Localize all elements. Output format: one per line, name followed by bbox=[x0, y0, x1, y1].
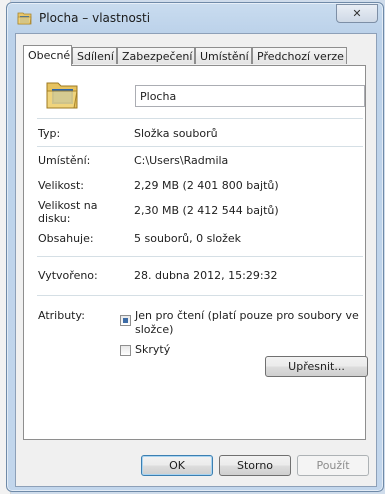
window-title: Plocha – vlastnosti bbox=[39, 11, 151, 25]
location-label: Umístění: bbox=[38, 154, 91, 167]
tab-general[interactable]: Obecné bbox=[23, 45, 72, 66]
type-label: Typ: bbox=[38, 127, 61, 140]
cancel-button[interactable]: Storno bbox=[219, 455, 291, 476]
general-tab-panel: Typ: Složka souborů Umístění: C:\Users\R… bbox=[23, 65, 368, 440]
tab-label: Umístění bbox=[200, 50, 249, 63]
close-button[interactable]: ✕ bbox=[336, 4, 378, 23]
folder-name-input[interactable] bbox=[135, 85, 365, 107]
tab-label: Zabezpečení bbox=[122, 50, 193, 63]
location-value: C:\Users\Radmila bbox=[134, 154, 229, 167]
disk-size-value: 2,30 MB (2 412 544 bajtů) bbox=[134, 204, 279, 217]
disk-size-label-line1: Velikost na bbox=[38, 199, 98, 212]
folder-icon bbox=[46, 82, 78, 109]
disk-size-label-line2: disku: bbox=[38, 212, 71, 225]
divider bbox=[37, 146, 363, 147]
type-value: Složka souborů bbox=[134, 127, 218, 140]
tab-security[interactable]: Zabezpečení bbox=[117, 47, 195, 64]
apply-button[interactable]: Použít bbox=[297, 455, 369, 476]
tab-location[interactable]: Umístění bbox=[195, 47, 252, 64]
tab-label: Sdílení bbox=[77, 50, 114, 63]
size-label: Velikost: bbox=[38, 179, 85, 192]
folder-icon bbox=[17, 12, 32, 25]
ok-button[interactable]: OK bbox=[141, 455, 213, 476]
dialog-client: Obecné Sdílení Zabezpečení Umístění Před… bbox=[15, 33, 377, 487]
tab-sharing[interactable]: Sdílení bbox=[72, 47, 117, 64]
contains-value: 5 souborů, 0 složek bbox=[134, 232, 242, 245]
readonly-checkbox[interactable] bbox=[120, 315, 131, 326]
tab-label: Obecné bbox=[28, 49, 71, 62]
title-bar[interactable]: Plocha – vlastnosti ✕ bbox=[7, 3, 383, 33]
advanced-button[interactable]: Upřesnit... bbox=[265, 356, 368, 377]
divider bbox=[37, 118, 363, 119]
tab-previous-versions[interactable]: Předchozí verze bbox=[252, 47, 347, 64]
divider bbox=[37, 256, 363, 257]
divider bbox=[37, 295, 363, 296]
readonly-label-line1: Jen pro čtení (platí pouze pro soubory v… bbox=[135, 309, 359, 322]
hidden-label: Skrytý bbox=[135, 343, 171, 356]
close-icon: ✕ bbox=[352, 7, 362, 20]
tab-label: Předchozí verze bbox=[257, 50, 344, 63]
size-value: 2,29 MB (2 401 800 bajtů) bbox=[134, 179, 279, 192]
readonly-label-line2: složce) bbox=[135, 323, 174, 336]
hidden-checkbox[interactable] bbox=[120, 345, 131, 356]
properties-dialog: Plocha – vlastnosti ✕ Obecné Sdílení Zab… bbox=[6, 2, 384, 492]
attributes-label: Atributy: bbox=[38, 309, 85, 322]
created-label: Vytvořeno: bbox=[38, 269, 98, 282]
created-value: 28. dubna 2012, 15:29:32 bbox=[134, 269, 278, 282]
contains-label: Obsahuje: bbox=[38, 232, 94, 245]
